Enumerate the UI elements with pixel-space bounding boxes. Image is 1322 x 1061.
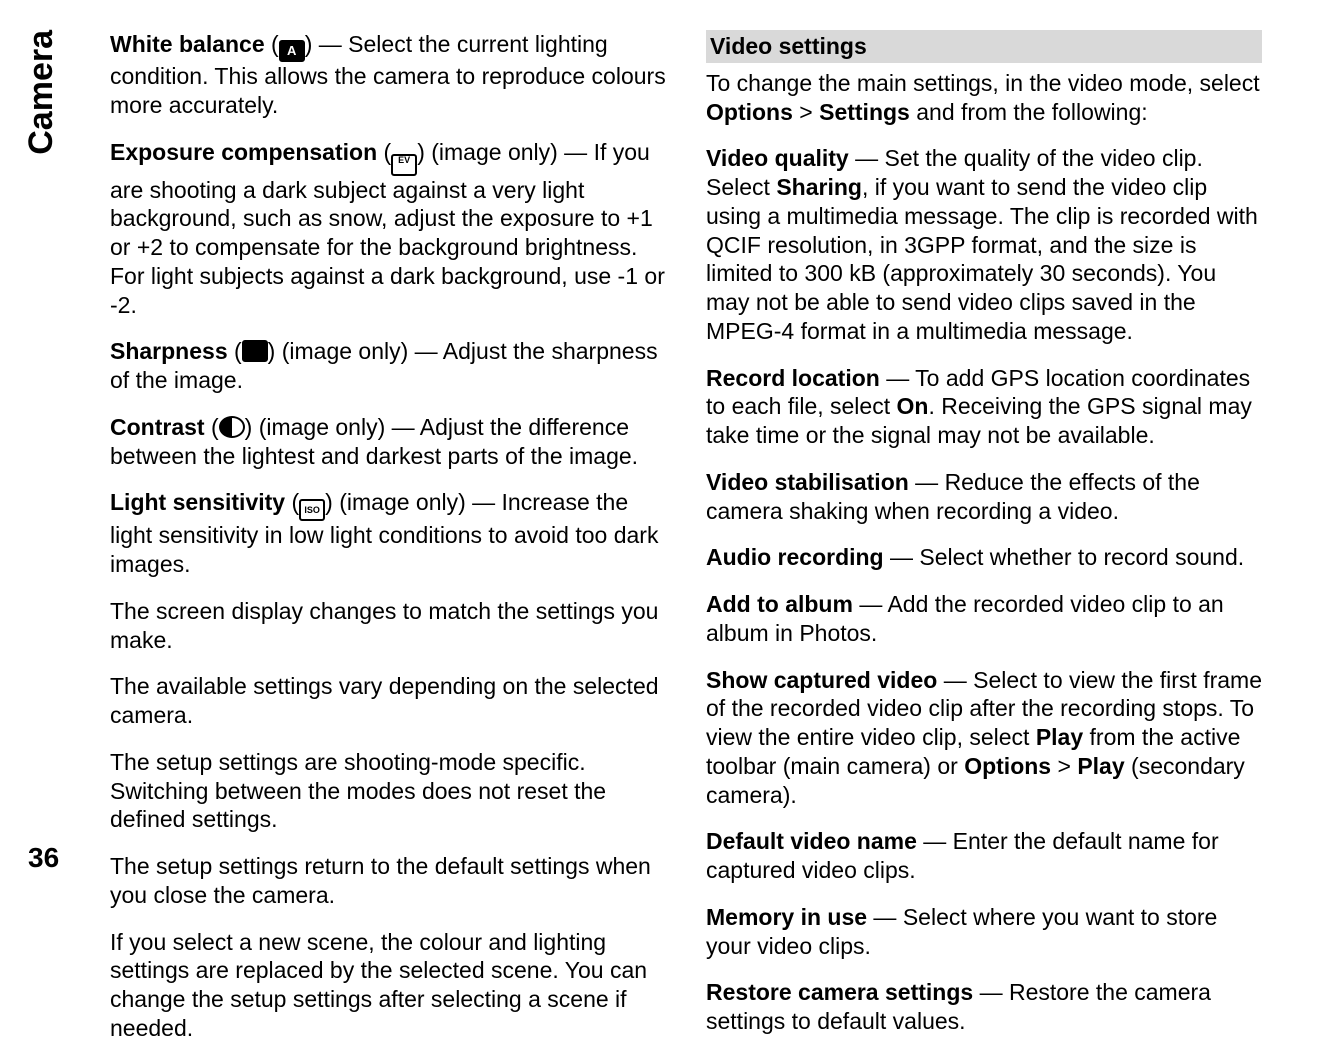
right-column: Video settings To change the main settin… bbox=[706, 30, 1262, 1061]
setting-label: Audio recording bbox=[706, 544, 884, 570]
contrast-setting: Contrast () (image only) — Adjust the di… bbox=[110, 413, 666, 471]
paragraph: The screen display changes to match the … bbox=[110, 597, 666, 655]
video-settings-header: Video settings bbox=[706, 30, 1262, 63]
setting-label: Memory in use bbox=[706, 904, 867, 930]
options-label: Options bbox=[964, 753, 1051, 779]
exposure-icon: EV bbox=[391, 154, 417, 176]
video-stabilisation-setting: Video stabilisation — Reduce the effects… bbox=[706, 468, 1262, 526]
intro-paragraph: To change the main settings, in the vide… bbox=[706, 69, 1262, 127]
play-label: Play bbox=[1077, 753, 1124, 779]
setting-text: (image only) — If you are shooting a dar… bbox=[110, 139, 665, 318]
light-sensitivity-setting: Light sensitivity (ISO) (image only) — I… bbox=[110, 488, 666, 579]
record-location-setting: Record location — To add GPS location co… bbox=[706, 364, 1262, 450]
text: To change the main settings, in the vide… bbox=[706, 70, 1260, 96]
play-label: Play bbox=[1036, 724, 1083, 750]
paragraph: If you select a new scene, the colour an… bbox=[110, 928, 666, 1043]
text: and from the following: bbox=[910, 99, 1148, 125]
setting-label: Add to album bbox=[706, 591, 853, 617]
page-number: 36 bbox=[28, 842, 59, 874]
default-video-name-setting: Default video name — Enter the default n… bbox=[706, 827, 1262, 885]
iso-icon: ISO bbox=[299, 499, 325, 521]
setting-label: Contrast bbox=[110, 414, 205, 440]
setting-label: Exposure compensation bbox=[110, 139, 377, 165]
setting-label: Sharpness bbox=[110, 338, 228, 364]
setting-label: White balance bbox=[110, 31, 265, 57]
white-balance-setting: White balance (A) — Select the current l… bbox=[110, 30, 666, 120]
exposure-setting: Exposure compensation (EV) (image only) … bbox=[110, 138, 666, 320]
setting-label: Show captured video bbox=[706, 667, 937, 693]
page: Camera 36 White balance (A) — Select the… bbox=[0, 0, 1322, 954]
left-column: White balance (A) — Select the current l… bbox=[110, 30, 666, 1061]
setting-label: Light sensitivity bbox=[110, 489, 285, 515]
audio-recording-setting: Audio recording — Select whether to reco… bbox=[706, 543, 1262, 572]
section-tab: Camera bbox=[22, 30, 61, 155]
white-balance-icon: A bbox=[279, 40, 305, 62]
restore-camera-settings: Restore camera settings — Restore the ca… bbox=[706, 978, 1262, 1036]
sharpness-icon bbox=[242, 340, 268, 362]
show-captured-video-setting: Show captured video — Select to view the… bbox=[706, 666, 1262, 810]
sharing-label: Sharing bbox=[776, 174, 862, 200]
add-to-album-setting: Add to album — Add the recorded video cl… bbox=[706, 590, 1262, 648]
sharpness-setting: Sharpness () (image only) — Adjust the s… bbox=[110, 337, 666, 395]
paragraph: The setup settings are shooting-mode spe… bbox=[110, 748, 666, 834]
options-label: Options bbox=[706, 99, 793, 125]
setting-label: Record location bbox=[706, 365, 880, 391]
setting-label: Restore camera settings bbox=[706, 979, 973, 1005]
text: > bbox=[1051, 753, 1077, 779]
paragraph: The setup settings return to the default… bbox=[110, 852, 666, 910]
video-quality-setting: Video quality — Set the quality of the v… bbox=[706, 144, 1262, 345]
setting-label: Default video name bbox=[706, 828, 917, 854]
setting-label: Video quality bbox=[706, 145, 849, 171]
paragraph: The available settings vary depending on… bbox=[110, 672, 666, 730]
settings-label: Settings bbox=[819, 99, 910, 125]
memory-in-use-setting: Memory in use — Select where you want to… bbox=[706, 903, 1262, 961]
content-columns: White balance (A) — Select the current l… bbox=[110, 30, 1262, 1061]
on-label: On bbox=[897, 393, 929, 419]
setting-label: Video stabilisation bbox=[706, 469, 909, 495]
text: — Select whether to record sound. bbox=[884, 544, 1245, 570]
contrast-icon bbox=[219, 416, 245, 438]
text: > bbox=[793, 99, 819, 125]
